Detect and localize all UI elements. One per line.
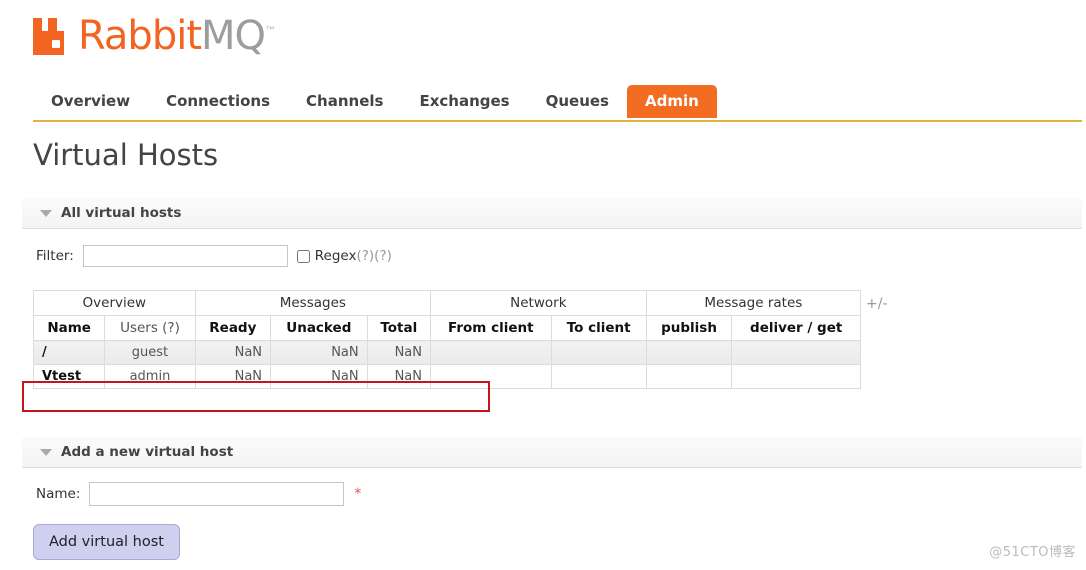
- table-head: Overview Messages Network Message rates …: [32, 290, 862, 341]
- cell-unacked: NaN: [270, 364, 368, 389]
- cell-to-client: [550, 364, 647, 389]
- column-header-ready[interactable]: Ready: [194, 315, 272, 341]
- table-row[interactable]: Vtest admin NaN NaN NaN: [32, 364, 861, 389]
- required-field-marker: *: [354, 486, 362, 502]
- column-header-total[interactable]: Total: [366, 315, 431, 341]
- nav-item-queues[interactable]: Queues: [528, 85, 627, 118]
- section-header-add-virtual-host[interactable]: Add a new virtual host: [22, 437, 1082, 468]
- regex-label: Regex: [314, 248, 357, 264]
- main-navigation: Overview Connections Channels Exchanges …: [33, 85, 1082, 120]
- group-header-network: Network: [429, 290, 647, 316]
- table-column-header-row: Name Users (?) Ready Unacked Total From …: [32, 315, 861, 341]
- cell-unacked: NaN: [270, 340, 368, 365]
- logo-word-mq: MQ: [201, 13, 266, 59]
- caret-down-icon[interactable]: [40, 448, 52, 456]
- filter-input[interactable]: [82, 245, 288, 267]
- nav-item-overview[interactable]: Overview: [33, 85, 148, 118]
- cell-publish: [645, 340, 733, 365]
- page-title: Virtual Hosts: [33, 138, 219, 172]
- cell-ready: NaN: [194, 364, 272, 389]
- logo-trademark: ™: [265, 24, 277, 38]
- nav-list: Overview Connections Channels Exchanges …: [33, 85, 1082, 118]
- cell-to-client: [550, 340, 647, 365]
- regex-help-icon-1[interactable]: (?): [356, 248, 374, 264]
- table-row[interactable]: / guest NaN NaN NaN: [32, 340, 861, 365]
- logo-wordmark: RabbitMQ™: [78, 16, 276, 56]
- cell-users: guest: [104, 340, 196, 365]
- cell-ready: NaN: [194, 340, 272, 365]
- nav-item-admin[interactable]: Admin: [626, 85, 717, 118]
- watermark: @51CTO博客: [989, 545, 1076, 560]
- cell-total: NaN: [366, 364, 431, 389]
- cell-name[interactable]: Vtest: [32, 364, 106, 389]
- filter-row: Filter: Regex (?) (?): [36, 243, 392, 269]
- table-group-header-row: Overview Messages Network Message rates: [33, 290, 862, 316]
- nav-item-channels[interactable]: Channels: [288, 85, 401, 118]
- group-header-overview: Overview: [33, 290, 196, 316]
- cell-deliver-get: [731, 340, 861, 365]
- vhost-name-input[interactable]: [89, 482, 345, 506]
- add-virtual-host-form: Name: *: [36, 481, 361, 507]
- table-body: / guest NaN NaN NaN Vtest admin NaN NaN …: [32, 340, 861, 389]
- logo-word-rabbit: Rabbit: [78, 13, 202, 59]
- column-header-unacked[interactable]: Unacked: [270, 315, 368, 341]
- column-header-publish[interactable]: publish: [645, 315, 733, 341]
- section-title-all-virtual-hosts: All virtual hosts: [61, 205, 182, 221]
- section-header-all-virtual-hosts[interactable]: All virtual hosts: [22, 198, 1082, 229]
- column-header-deliver-get[interactable]: deliver / get: [731, 315, 861, 341]
- nav-item-connections[interactable]: Connections: [148, 85, 288, 118]
- rabbitmq-logo-icon: [33, 17, 73, 55]
- regex-help-icon-2[interactable]: (?): [374, 248, 392, 264]
- section-title-add-virtual-host: Add a new virtual host: [61, 444, 234, 460]
- filter-label: Filter:: [36, 248, 74, 264]
- column-header-users[interactable]: Users (?): [104, 315, 196, 341]
- column-header-to-client[interactable]: To client: [550, 315, 647, 341]
- nav-divider-rule: [33, 120, 1082, 122]
- cell-total: NaN: [366, 340, 431, 365]
- column-header-name[interactable]: Name: [32, 315, 106, 341]
- logo-eye-icon: [52, 39, 60, 48]
- cell-users: admin: [104, 364, 196, 389]
- nav-item-exchanges[interactable]: Exchanges: [401, 85, 527, 118]
- column-header-from-client[interactable]: From client: [429, 315, 552, 341]
- cell-from-client: [429, 364, 552, 389]
- cell-name[interactable]: /: [32, 340, 106, 365]
- group-header-messages: Messages: [194, 290, 431, 316]
- name-label: Name:: [36, 486, 81, 502]
- column-visibility-toggle[interactable]: +/-: [866, 296, 888, 312]
- virtual-hosts-table: Overview Messages Network Message rates …: [32, 290, 862, 389]
- cell-deliver-get: [731, 364, 861, 389]
- caret-down-icon[interactable]: [40, 209, 52, 217]
- add-virtual-host-button[interactable]: Add virtual host: [33, 524, 180, 560]
- rabbitmq-logo[interactable]: RabbitMQ™: [33, 8, 276, 64]
- cell-from-client: [429, 340, 552, 365]
- group-header-message-rates: Message rates: [645, 290, 862, 316]
- regex-checkbox[interactable]: [296, 249, 310, 263]
- cell-publish: [645, 364, 733, 389]
